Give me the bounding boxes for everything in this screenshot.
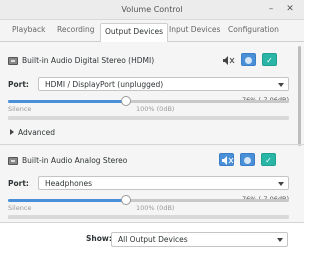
default-check-icon: ✓: [265, 156, 272, 165]
scale-silence: Silence: [8, 204, 32, 212]
volume-slider[interactable]: [8, 96, 289, 106]
chevron-down-icon: [277, 238, 283, 242]
set-default-button[interactable]: ✓: [261, 153, 276, 166]
advanced-label: Advanced: [18, 128, 56, 137]
device-name: Built-in Audio Analog Stereo: [22, 156, 128, 165]
volume-slider[interactable]: [8, 195, 289, 205]
expander-arrow-icon: [10, 129, 14, 135]
volume-handle[interactable]: [121, 96, 132, 106]
port-label: Port:: [8, 80, 29, 89]
mute-button[interactable]: [219, 153, 234, 166]
peak-meter: [8, 215, 289, 219]
devices-list: Built-in Audio Digital Stereo (HDMI) ✓ P…: [0, 42, 304, 222]
show-value: All Output Devices: [118, 235, 188, 244]
port-value: HDMI / DisplayPort (unplugged): [45, 80, 164, 89]
device-name: Built-in Audio Digital Stereo (HDMI): [22, 56, 155, 65]
volume-fill: [8, 199, 127, 202]
audio-card-icon: [8, 157, 18, 165]
lock-channels-button[interactable]: [240, 153, 255, 166]
title-bar: Volume Control – ✕: [0, 0, 304, 20]
tab-playback[interactable]: Playback: [12, 25, 45, 41]
mute-icon: [222, 156, 234, 165]
scrollbar[interactable]: [298, 46, 301, 146]
tab-recording[interactable]: Recording: [57, 25, 95, 41]
advanced-expander[interactable]: Advanced: [10, 128, 55, 137]
peak-meter: [8, 116, 289, 120]
lock-channels-button[interactable]: [241, 53, 256, 66]
scale-silence: Silence: [8, 105, 32, 113]
scale-100: 100% (0dB): [136, 204, 175, 212]
lock-channels-icon: [244, 157, 251, 164]
window-title: Volume Control: [121, 5, 183, 14]
set-default-button[interactable]: ✓: [262, 53, 277, 66]
show-label: Show:: [86, 234, 112, 243]
mute-icon: [223, 56, 235, 65]
footer-bar: Show: All Output Devices: [0, 222, 304, 260]
port-value: Headphones: [45, 179, 92, 188]
close-icon[interactable]: ✕: [284, 3, 296, 15]
show-filter-select[interactable]: All Output Devices: [111, 232, 288, 247]
port-label: Port:: [8, 179, 29, 188]
tab-output-devices[interactable]: Output Devices: [100, 23, 168, 43]
port-select[interactable]: HDMI / DisplayPort (unplugged): [38, 77, 289, 91]
audio-card-icon: [8, 57, 18, 65]
lock-channels-icon: [245, 57, 252, 64]
port-select[interactable]: Headphones: [38, 176, 289, 190]
tab-configuration[interactable]: Configuration: [228, 25, 279, 41]
mute-button[interactable]: [221, 54, 236, 67]
tab-bar: Playback Recording Output Devices Input …: [0, 20, 304, 43]
default-check-icon: ✓: [266, 56, 273, 65]
device-analog: Built-in Audio Analog Stereo ✓ Port: Hea…: [8, 153, 290, 222]
tab-input-devices[interactable]: Input Devices: [169, 25, 220, 41]
scale-100: 100% (0dB): [136, 105, 175, 113]
volume-fill: [8, 100, 127, 103]
divider: [0, 144, 304, 145]
device-hdmi: Built-in Audio Digital Stereo (HDMI) ✓ P…: [8, 53, 290, 142]
minimize-icon[interactable]: –: [265, 3, 277, 15]
chevron-down-icon: [278, 182, 284, 186]
chevron-down-icon: [278, 83, 284, 87]
volume-handle[interactable]: [121, 195, 132, 205]
